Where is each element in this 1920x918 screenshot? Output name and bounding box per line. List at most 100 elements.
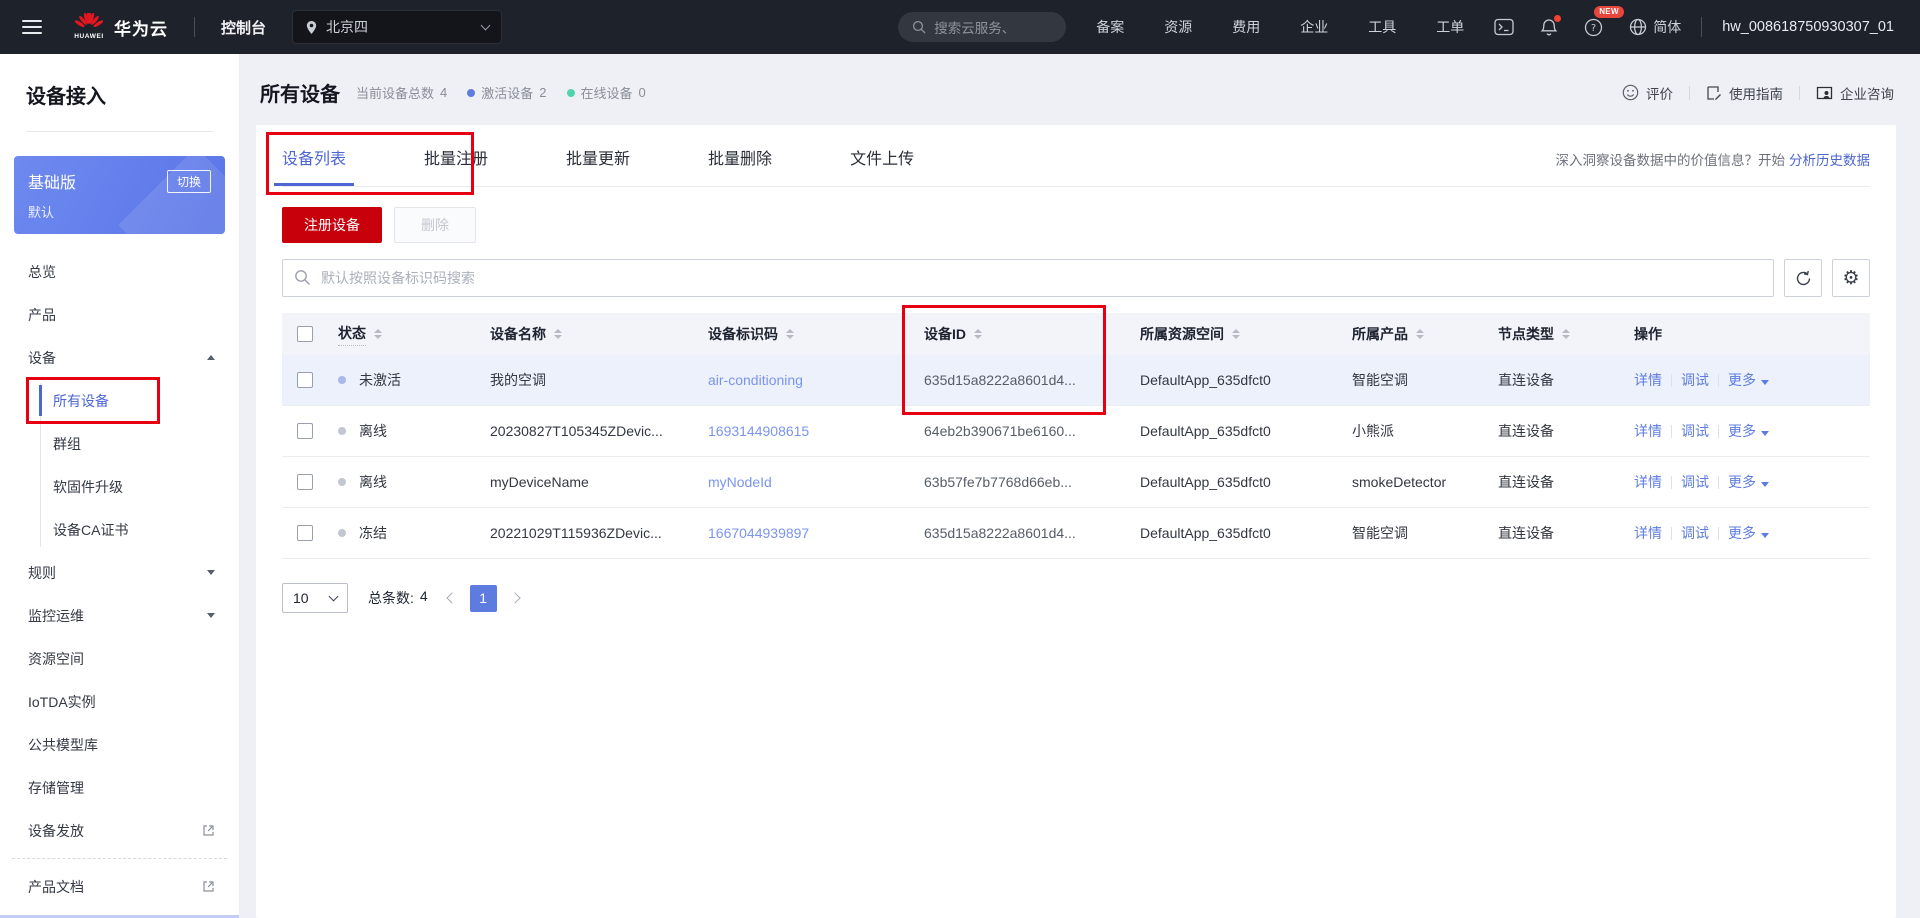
region-selector[interactable]: 北京四	[292, 10, 503, 44]
debug-link[interactable]: 调试	[1681, 472, 1709, 492]
prev-page-button[interactable]	[446, 592, 458, 604]
debug-link[interactable]: 调试	[1681, 523, 1709, 543]
row-checkbox[interactable]	[297, 525, 313, 541]
device-search-input[interactable]	[282, 259, 1774, 297]
user-guide-action[interactable]: 使用指南	[1706, 83, 1783, 103]
sidebar-item-devices[interactable]: 设备	[0, 336, 239, 379]
col-node-type[interactable]: 节点类型	[1488, 324, 1624, 344]
current-page-button[interactable]: 1	[469, 584, 497, 612]
table-row[interactable]: 离线 20230827T105345ZDevic... 169314490861…	[282, 406, 1870, 457]
global-search[interactable]: 搜索云服务、	[898, 12, 1067, 42]
sort-icon[interactable]	[974, 329, 982, 339]
brand[interactable]: HUAWEI 华为云	[74, 13, 168, 41]
sidebar-item-device-provisioning[interactable]: 设备发放	[0, 809, 239, 852]
tab-batch-register[interactable]: 批量注册	[424, 145, 488, 186]
debug-link[interactable]: 调试	[1681, 421, 1709, 441]
table-row[interactable]: 冻结 20221029T115936ZDevic... 166704493989…	[282, 508, 1870, 559]
tab-batch-delete[interactable]: 批量删除	[708, 145, 772, 186]
delete-button[interactable]: 删除	[394, 207, 476, 243]
help-icon[interactable]: ? NEW	[1584, 5, 1624, 37]
notifications-bell-icon[interactable]	[1540, 14, 1562, 37]
sidebar-item-products[interactable]: 产品	[0, 293, 239, 336]
device-stats: 当前设备总数 4 激活设备 2 在线设备 0	[356, 83, 646, 102]
more-link[interactable]: 更多	[1728, 523, 1769, 543]
sort-icon[interactable]	[1232, 329, 1240, 339]
analyze-history-link[interactable]: 分析历史数据	[1789, 153, 1870, 168]
status-dot	[338, 478, 346, 486]
nav-item-beian[interactable]: 备案	[1096, 17, 1124, 37]
sidebar-item-device-ca-cert[interactable]: 设备CA证书	[0, 508, 239, 551]
more-link[interactable]: 更多	[1728, 472, 1769, 492]
nav-item-resources[interactable]: 资源	[1164, 17, 1192, 37]
node-id-link[interactable]: myNodeId	[708, 474, 772, 490]
more-link[interactable]: 更多	[1728, 370, 1769, 390]
tab-device-list[interactable]: 设备列表	[266, 132, 474, 195]
detail-link[interactable]: 详情	[1634, 370, 1662, 390]
cell-product: 小熊派	[1352, 423, 1394, 439]
col-node-id[interactable]: 设备标识码	[698, 324, 914, 344]
sidebar-item-storage-mgmt[interactable]: 存储管理	[0, 766, 239, 809]
sidebar-item-firmware-upgrade[interactable]: 软固件升级	[0, 465, 239, 508]
cell-actions: 详情 调试 更多	[1624, 523, 1870, 543]
sidebar-item-overview[interactable]: 总览	[0, 250, 239, 293]
more-dropdown-icon	[1761, 380, 1769, 385]
row-checkbox[interactable]	[297, 423, 313, 439]
devices-submenu: 所有设备 群组 软固件升级 设备CA证书	[0, 377, 239, 551]
sort-icon[interactable]	[1416, 329, 1424, 339]
node-id-link[interactable]: 1667044939897	[708, 525, 809, 541]
sidebar-item-groups[interactable]: 群组	[0, 422, 239, 465]
hamburger-menu-icon[interactable]	[22, 20, 42, 34]
col-device-name[interactable]: 设备名称	[480, 324, 698, 344]
column-settings-button[interactable]: ⚙	[1832, 259, 1870, 297]
language-switcher[interactable]: 简体	[1629, 17, 1681, 37]
more-link[interactable]: 更多	[1728, 421, 1769, 441]
sort-icon[interactable]	[554, 329, 562, 339]
detail-link[interactable]: 详情	[1634, 523, 1662, 543]
register-device-button[interactable]: 注册设备	[282, 207, 382, 243]
node-id-link[interactable]: air-conditioning	[708, 372, 803, 388]
feedback-action[interactable]: 评价	[1622, 83, 1673, 103]
topbar-nav: 备案 资源 费用 企业 工具 工单	[1096, 17, 1464, 37]
new-badge: NEW	[1594, 5, 1624, 18]
account-name[interactable]: hw_008618750930307_01	[1722, 19, 1894, 35]
col-resource-space[interactable]: 所属资源空间	[1130, 324, 1342, 344]
debug-link[interactable]: 调试	[1681, 370, 1709, 390]
sidebar-item-all-devices[interactable]: 所有设备	[0, 377, 239, 424]
node-id-link[interactable]: 1693144908615	[708, 423, 809, 439]
col-status[interactable]: 状态	[328, 323, 480, 346]
edition-card[interactable]: 基础版 切换 默认	[14, 156, 225, 234]
sidebar-item-product-docs[interactable]: 产品文档	[0, 865, 239, 908]
cell-actions: 详情 调试 更多	[1624, 472, 1870, 492]
enterprise-consult-action[interactable]: 企业咨询	[1816, 83, 1894, 103]
tab-batch-update[interactable]: 批量更新	[566, 145, 630, 186]
sort-icon[interactable]	[374, 329, 382, 339]
sidebar-item-rules[interactable]: 规则	[0, 551, 239, 594]
table-row[interactable]: 离线 myDeviceName myNodeId 63b57fe7b7768d6…	[282, 457, 1870, 508]
nav-item-tools[interactable]: 工具	[1368, 17, 1396, 37]
refresh-button[interactable]	[1784, 259, 1822, 297]
detail-link[interactable]: 详情	[1634, 421, 1662, 441]
sort-icon[interactable]	[1562, 329, 1570, 339]
nav-item-enterprise[interactable]: 企业	[1300, 17, 1328, 37]
sort-icon[interactable]	[786, 329, 794, 339]
col-product[interactable]: 所属产品	[1342, 324, 1488, 344]
sidebar-item-public-model-lib[interactable]: 公共模型库	[0, 723, 239, 766]
sidebar-item-monitoring[interactable]: 监控运维	[0, 594, 239, 637]
cli-terminal-icon[interactable]	[1494, 18, 1514, 36]
sidebar-item-api-explorer[interactable]: API检索和调试	[0, 908, 239, 918]
col-device-id[interactable]: 设备ID	[914, 324, 1130, 344]
sidebar-item-resource-space[interactable]: 资源空间	[0, 637, 239, 680]
sidebar-item-iotda-instance[interactable]: IoTDA实例	[0, 680, 239, 723]
page-size-select[interactable]: 10	[282, 583, 348, 613]
row-checkbox[interactable]	[297, 474, 313, 490]
nav-item-billing[interactable]: 费用	[1232, 17, 1260, 37]
row-checkbox[interactable]	[297, 372, 313, 388]
detail-link[interactable]: 详情	[1634, 472, 1662, 492]
tab-file-upload[interactable]: 文件上传	[850, 145, 914, 186]
console-link[interactable]: 控制台	[221, 17, 266, 38]
next-page-button[interactable]	[509, 592, 521, 604]
nav-item-ticket[interactable]: 工单	[1436, 17, 1464, 37]
edition-switch-button[interactable]: 切换	[166, 169, 211, 193]
select-all-checkbox[interactable]	[297, 326, 313, 342]
table-row[interactable]: 未激活 我的空调 air-conditioning 635d15a8222a86…	[282, 355, 1870, 406]
